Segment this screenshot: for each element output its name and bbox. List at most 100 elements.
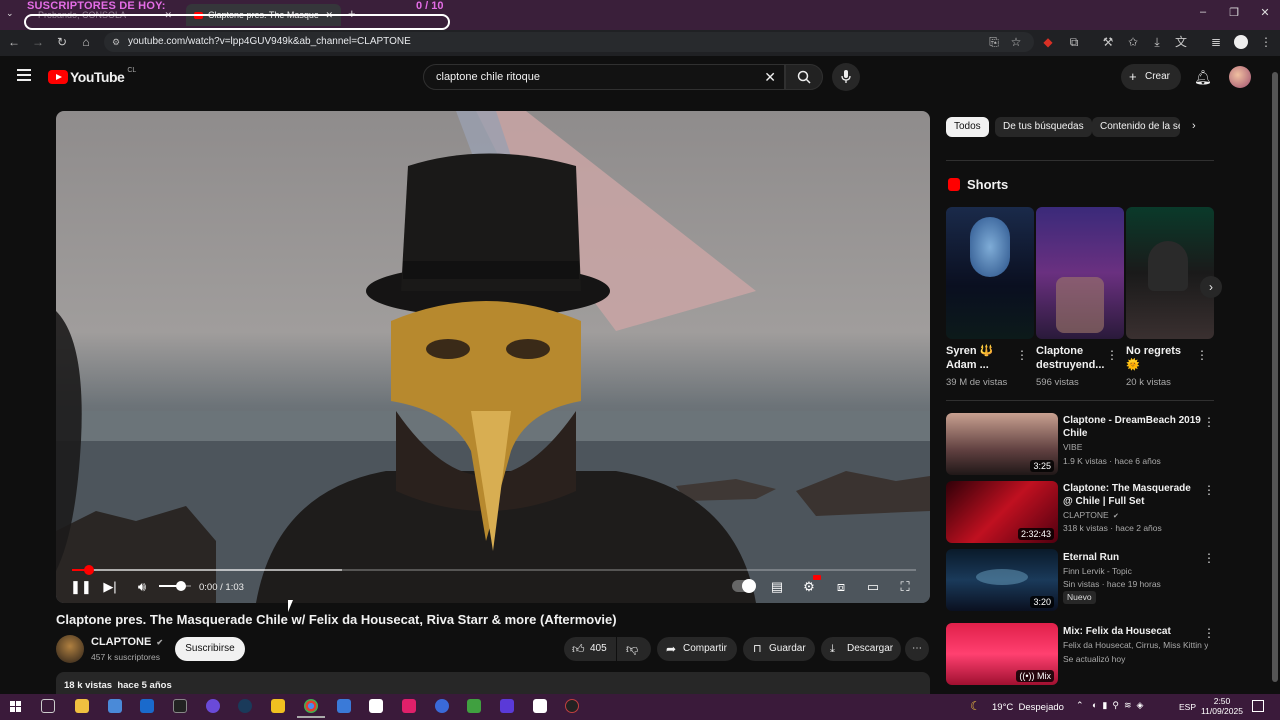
notifications-bell-icon[interactable]: 🔔︎ xyxy=(1194,69,1212,86)
short-title[interactable]: Claptone destruyend... xyxy=(1036,344,1106,372)
rec-thumbnail[interactable]: 3:25 xyxy=(946,413,1058,475)
search-button[interactable] xyxy=(785,64,823,90)
site-info-icon[interactable]: ⚙ xyxy=(112,32,120,52)
page-scrollbar[interactable] xyxy=(1270,60,1280,694)
rec-thumbnail[interactable]: ((•)) Mix xyxy=(946,623,1058,685)
video-player[interactable] xyxy=(56,111,930,603)
voice-search-button[interactable] xyxy=(832,63,860,91)
short-title[interactable]: Syren 🔱 Adam ... xyxy=(946,344,1016,372)
youtube-logo[interactable]: YouTube CL xyxy=(48,67,136,85)
bookmarks-icon[interactable]: ✩ xyxy=(1125,34,1141,50)
weather-text[interactable]: 19°C Despejado xyxy=(992,702,1064,713)
store-icon[interactable] xyxy=(108,699,122,713)
save-button[interactable]: ⊓ Guardar xyxy=(743,637,815,661)
settings-gear-icon[interactable]: ⚙ xyxy=(799,575,821,596)
tiktok-icon[interactable] xyxy=(402,699,416,713)
theater-mode-icon[interactable]: ▭ xyxy=(863,578,883,596)
extensions-icon[interactable]: ⧉ xyxy=(1066,34,1082,50)
clear-search-icon[interactable]: ✕ xyxy=(764,65,776,89)
short-menu-icon[interactable]: ⋮ xyxy=(1196,348,1208,362)
fullscreen-icon[interactable]: ⛶ xyxy=(895,578,915,596)
volume-icon[interactable]: 🔊︎ xyxy=(132,578,152,596)
short-thumbnail[interactable] xyxy=(1036,207,1124,339)
tab-search-icon[interactable]: ⌄ xyxy=(6,8,14,19)
rec-menu-icon[interactable]: ⋮ xyxy=(1203,415,1215,429)
reload-icon[interactable]: ↻ xyxy=(54,34,70,50)
download-button[interactable]: ⤓ Descargar xyxy=(821,637,901,661)
pause-button[interactable]: ❚❚ xyxy=(70,578,92,596)
progress-bar[interactable] xyxy=(72,565,916,575)
chip-from-searches[interactable]: De tus búsquedas xyxy=(995,117,1092,137)
bookmark-star-icon[interactable]: ☆ xyxy=(1008,34,1024,50)
app-icon[interactable] xyxy=(206,699,220,713)
steam-icon[interactable] xyxy=(238,699,252,713)
windows-start-icon[interactable] xyxy=(10,701,22,713)
file-explorer-icon[interactable] xyxy=(75,699,89,713)
scrollbar-thumb[interactable] xyxy=(1272,72,1278,682)
notifications-icon[interactable] xyxy=(1252,700,1264,712)
rec-menu-icon[interactable]: ⋮ xyxy=(1203,626,1215,640)
back-icon[interactable]: ← xyxy=(6,34,22,50)
clock[interactable]: 2:50 11/09/2025 xyxy=(1200,696,1244,716)
hamburger-menu-icon[interactable] xyxy=(17,69,31,81)
miniplayer-icon[interactable]: ⧈ xyxy=(831,578,851,596)
next-button[interactable]: ▶| xyxy=(100,578,120,596)
rec-channel[interactable]: VIBE xyxy=(1063,442,1082,452)
like-button[interactable]: 👍︎ 405 xyxy=(564,637,616,661)
downloads-icon[interactable]: ⤓ xyxy=(1149,34,1165,50)
short-title[interactable]: No regrets 🌞 xyxy=(1126,344,1196,372)
description-box[interactable]: 18 k vistas hace 5 años xyxy=(56,672,930,694)
shorts-next-button[interactable]: › xyxy=(1200,276,1222,298)
search-input[interactable]: claptone chile ritoque ✕ xyxy=(423,64,785,90)
capcut-icon[interactable] xyxy=(369,699,383,713)
media-player-icon[interactable] xyxy=(467,699,481,713)
chip-content[interactable]: Contenido de la ser xyxy=(1092,117,1180,137)
subtitles-icon[interactable]: ▤ xyxy=(767,578,787,596)
rec-title[interactable]: Eternal Run xyxy=(1063,551,1203,564)
tray-chevron-icon[interactable]: ⌃ xyxy=(1076,700,1084,711)
rec-thumbnail[interactable]: 2:32:43 xyxy=(946,481,1058,543)
short-thumbnail[interactable] xyxy=(1126,207,1214,339)
epic-games-icon[interactable] xyxy=(173,699,187,713)
more-actions-button[interactable]: ⋯ xyxy=(905,637,929,661)
short-menu-icon[interactable]: ⋮ xyxy=(1016,348,1028,362)
extension-shield-icon[interactable]: ◆ xyxy=(1040,34,1056,50)
short-thumbnail[interactable] xyxy=(946,207,1034,339)
obs-icon[interactable] xyxy=(565,699,579,713)
rec-title[interactable]: Claptone: The Masquerade @ Chile | Full … xyxy=(1063,482,1203,508)
task-view-icon[interactable] xyxy=(41,699,55,713)
rec-channel[interactable]: Finn Lervik - Topic xyxy=(1063,566,1132,576)
short-menu-icon[interactable]: ⋮ xyxy=(1106,348,1118,362)
volume-slider[interactable] xyxy=(159,581,191,591)
translate-icon[interactable]: 文 xyxy=(1173,34,1189,50)
share-button[interactable]: ➦ Compartir xyxy=(657,637,737,661)
minimize-icon[interactable]: – xyxy=(1188,6,1218,18)
rec-title[interactable]: Claptone - DreamBeach 2019 Chile xyxy=(1063,414,1203,440)
chip-all[interactable]: Todos xyxy=(946,117,989,137)
channel-avatar[interactable] xyxy=(56,635,84,663)
outlook-icon[interactable] xyxy=(140,699,154,713)
tray-icons[interactable]: ◐▮⚲≋◈ xyxy=(1092,700,1148,711)
rec-title[interactable]: Mix: Felix da Housecat xyxy=(1063,625,1203,638)
app-window-icon[interactable] xyxy=(337,699,351,713)
restore-icon[interactable]: ❐ xyxy=(1219,6,1249,19)
close-window-icon[interactable]: ✕ xyxy=(1250,6,1280,19)
app-icon[interactable] xyxy=(435,699,449,713)
notepad-icon[interactable] xyxy=(533,699,547,713)
account-avatar[interactable] xyxy=(1229,66,1251,88)
rockstar-icon[interactable] xyxy=(271,699,285,713)
extension-tool-icon[interactable]: ⚒ xyxy=(1100,34,1116,50)
home-icon[interactable]: ⌂ xyxy=(78,34,94,50)
subscribe-button[interactable]: Suscribirse xyxy=(175,637,245,661)
rec-thumbnail[interactable]: 3:20 xyxy=(946,549,1058,611)
chrome-icon[interactable] xyxy=(304,699,318,713)
autoplay-toggle[interactable] xyxy=(732,579,756,593)
create-button[interactable]: + Crear xyxy=(1121,64,1181,90)
chevron-right-icon[interactable]: › xyxy=(1192,120,1196,132)
scrubber-handle[interactable] xyxy=(83,565,94,575)
install-app-icon[interactable]: ⎘ xyxy=(986,34,1002,50)
rec-channel[interactable]: Felix da Housecat, Cirrus, Miss Kittin y… xyxy=(1063,640,1208,650)
address-bar[interactable]: ⚙ youtube.com/watch?v=lpp4GUV949k&ab_cha… xyxy=(104,32,1034,52)
app-icon[interactable] xyxy=(500,699,514,713)
profile-avatar-icon[interactable] xyxy=(1234,35,1248,49)
